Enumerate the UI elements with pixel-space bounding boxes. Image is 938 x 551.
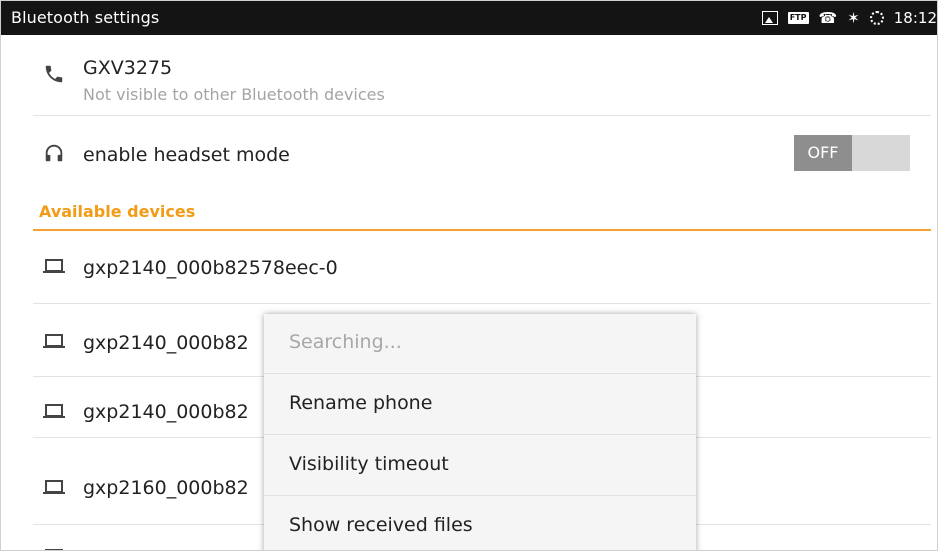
- device-visibility: Not visible to other Bluetooth devices: [83, 85, 385, 104]
- menu-item-rename-phone[interactable]: Rename phone: [264, 375, 696, 435]
- sync-icon: [869, 11, 884, 25]
- image-icon: [761, 11, 778, 25]
- menu-item-searching: Searching...: [264, 314, 696, 374]
- menu-item-visibility-timeout[interactable]: Visibility timeout: [264, 436, 696, 496]
- headset-mode-toggle[interactable]: OFF: [794, 135, 910, 171]
- device-list-item-label: gxp2160_000b82: [83, 477, 249, 499]
- device-name: GXV3275: [83, 57, 173, 79]
- headset-mode-row[interactable]: enable headset mode OFF: [33, 116, 931, 192]
- menu-item-label: Visibility timeout: [289, 453, 449, 475]
- menu-item-label: Searching...: [289, 331, 402, 353]
- menu-item-label: Show received files: [289, 514, 473, 536]
- clock-time: 18:12: [893, 9, 937, 27]
- headset-icon: [45, 144, 63, 162]
- ftp-icon: FTP: [787, 12, 809, 24]
- overflow-menu: Searching... Rename phone Visibility tim…: [264, 314, 696, 550]
- status-icons: FTP ☎ ✶ 18:12: [761, 8, 937, 28]
- laptop-icon: [43, 480, 65, 494]
- app-frame: Bluetooth settings FTP ☎ ✶ 18:12 GXV3275…: [0, 0, 938, 551]
- menu-item-show-received-files[interactable]: Show received files: [264, 497, 696, 550]
- available-devices-header: Available devices: [39, 202, 196, 221]
- device-list-item[interactable]: gxp2140_000b82578eec-0: [33, 231, 931, 304]
- status-bar: Bluetooth settings FTP ☎ ✶ 18:12: [1, 1, 937, 35]
- laptop-icon: [43, 259, 65, 273]
- phone-icon: [45, 65, 63, 83]
- device-list-item-label: gxp2140_000b82: [83, 401, 249, 423]
- device-info-row[interactable]: GXV3275 Not visible to other Bluetooth d…: [33, 35, 931, 116]
- menu-item-label: Rename phone: [289, 392, 433, 414]
- device-list-item-label: gxp2140_000b82: [83, 332, 249, 354]
- phone-signal-icon: ☎: [818, 9, 838, 27]
- headset-mode-label: enable headset mode: [83, 144, 290, 166]
- laptop-icon: [43, 334, 65, 348]
- device-list-item-label: gxp2140_000b82578eec-0: [83, 257, 338, 279]
- bluetooth-icon: ✶: [847, 9, 860, 27]
- laptop-icon: [43, 404, 65, 418]
- toggle-off-label: OFF: [794, 135, 852, 171]
- status-bar-title: Bluetooth settings: [11, 8, 160, 27]
